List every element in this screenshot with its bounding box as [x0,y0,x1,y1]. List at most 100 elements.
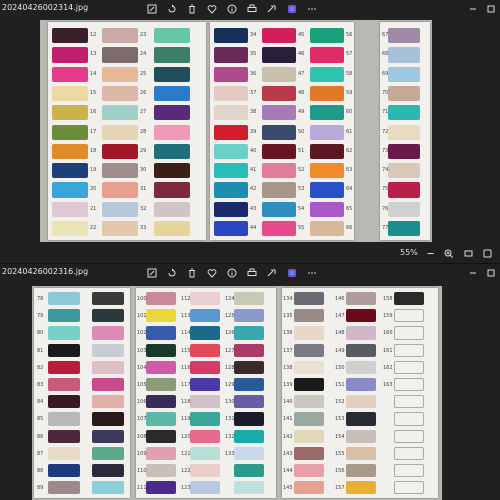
minimize-button[interactable] [464,264,482,282]
toolbar [142,264,322,282]
color-swatch [92,429,124,443]
title-bar: 20240426002314.jpg [0,0,500,18]
swatch-number: 55 [298,225,305,231]
color-swatch [346,481,376,495]
color-swatch [310,182,344,198]
color-swatch [154,85,190,102]
zoom-level[interactable]: 55% [400,248,418,257]
empty-swatch-slot [394,446,424,460]
color-swatch [48,464,80,478]
color-swatch [388,143,420,160]
fullscreen-icon[interactable] [481,247,493,259]
swatch-number: 73 [382,147,389,154]
swatch-number: 87 [37,450,44,457]
color-swatch [146,429,176,443]
color-swatch [346,429,376,443]
minimize-button[interactable] [464,0,482,18]
color-swatch [48,412,80,426]
color-swatch [346,464,376,478]
swatch-number: 131 [225,416,235,423]
swatch-number: 78 [37,296,44,302]
color-swatch [102,85,138,102]
rotate-icon[interactable] [162,264,182,282]
maximize-button[interactable] [482,264,500,282]
favorite-icon[interactable] [202,264,222,282]
swatch-number: 162 [383,364,393,371]
swatch-number: 135 [283,313,293,320]
color-swatch [154,163,190,179]
swatch-number: 31 [140,186,147,193]
swatch-number: 142 [283,433,293,440]
color-swatch [48,481,80,495]
swatch-number: 16 [90,109,97,116]
copilot-icon[interactable] [282,0,302,18]
edit-icon[interactable] [142,264,162,282]
swatch-number: 38 [250,109,257,116]
swatch-number: 12 [90,32,97,38]
color-swatch [190,326,220,340]
print-icon[interactable] [242,0,262,18]
color-swatch [388,221,420,237]
swatch-number: 134 [283,296,293,302]
favorite-icon[interactable] [202,0,222,18]
color-swatch [190,464,220,478]
copilot-icon[interactable] [282,264,302,282]
swatch-number: 152 [335,399,345,406]
color-swatch [262,105,296,121]
swatch-number: 139 [283,382,293,388]
color-swatch [52,163,88,179]
empty-swatch-slot [394,464,424,478]
more-icon[interactable] [302,0,322,18]
swatch-number: 159 [383,313,393,320]
color-swatch [294,309,324,323]
swatch-number: 46 [298,51,305,58]
color-swatch [346,395,376,409]
color-swatch [388,182,420,198]
color-swatch [310,47,344,63]
color-swatch [262,182,296,198]
color-swatch [214,105,248,121]
color-swatch [52,124,88,140]
swatch-number: 82 [37,364,44,371]
share-icon[interactable] [262,264,282,282]
color-swatch [234,343,264,357]
maximize-button[interactable] [482,0,500,18]
color-swatch [154,143,190,160]
swatch-number: 58 [346,70,353,77]
color-swatch [294,395,324,409]
edit-icon[interactable] [142,0,162,18]
swatch-number: 37 [250,89,257,96]
color-swatch [294,326,324,340]
zoom-out-icon[interactable] [424,247,436,259]
color-swatch [234,429,264,443]
color-swatch [190,309,220,323]
color-swatch [262,85,296,102]
rotate-icon[interactable] [162,0,182,18]
swatch-number: 127 [225,347,235,354]
more-icon[interactable] [302,264,322,282]
swatch-number: 56 [346,32,353,38]
swatch-number: 138 [283,364,293,371]
color-swatch [388,85,420,102]
info-icon[interactable] [222,0,242,18]
swatch-number: 116 [181,364,191,371]
fit-to-window-icon[interactable] [462,247,474,259]
print-icon[interactable] [242,264,262,282]
share-icon[interactable] [262,0,282,18]
empty-swatch-slot [394,360,424,374]
swatch-number: 130 [225,399,235,406]
color-swatch [262,221,296,237]
color-swatch [214,66,248,82]
color-swatch [346,378,376,392]
swatch-number: 65 [346,205,353,212]
color-swatch [294,378,324,392]
delete-icon[interactable] [182,0,202,18]
delete-icon[interactable] [182,264,202,282]
color-swatch [146,481,176,495]
swatch-number: 145 [283,485,293,492]
color-swatch [48,378,80,392]
info-icon[interactable] [222,264,242,282]
swatch-number: 121 [181,450,191,457]
zoom-in-icon[interactable] [442,247,454,259]
swatch-number: 69 [382,70,389,77]
